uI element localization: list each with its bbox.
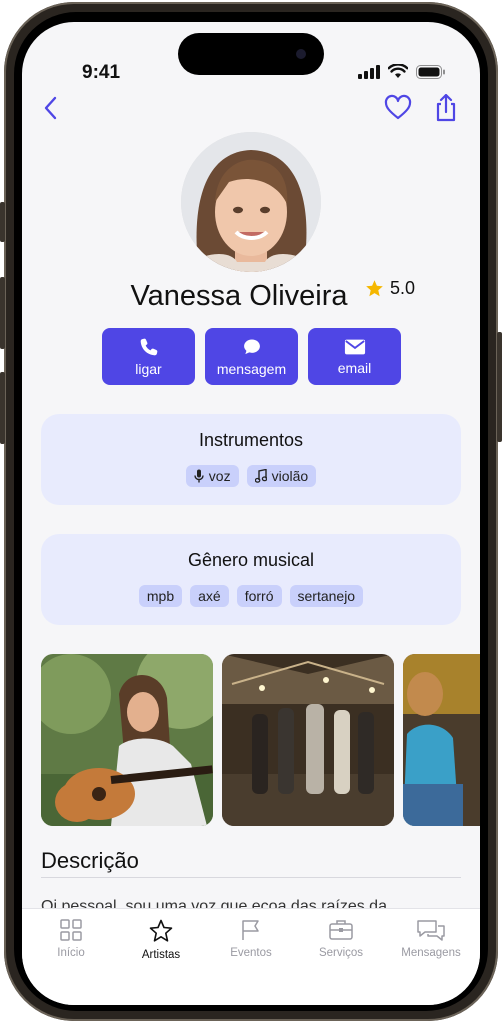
side-button bbox=[0, 372, 5, 444]
dynamic-island bbox=[178, 33, 324, 75]
email-button[interactable]: email bbox=[308, 328, 401, 385]
back-chevron-icon[interactable] bbox=[38, 94, 66, 122]
instrument-chip: violão bbox=[246, 465, 317, 487]
message-label: mensagem bbox=[216, 360, 287, 377]
app-screen: 9:41 Vanessa Oliveira 5.0 ligar mensagem… bbox=[22, 22, 480, 1005]
grid-icon bbox=[60, 919, 82, 941]
genre-chip: forró bbox=[236, 585, 282, 607]
status-time: 9:41 bbox=[82, 62, 121, 83]
status-icons bbox=[358, 64, 446, 79]
divider bbox=[41, 877, 461, 878]
contact-actions: ligar mensagem email bbox=[102, 328, 401, 385]
phone-icon bbox=[140, 338, 157, 355]
music-note-icon bbox=[254, 469, 267, 483]
chat-bubble-icon bbox=[243, 339, 260, 354]
instrument-chip: voz bbox=[185, 465, 239, 487]
wifi-icon bbox=[388, 64, 408, 78]
rating-value: 5.0 bbox=[390, 278, 416, 298]
genres-title: Gênero musical bbox=[187, 550, 315, 570]
description-title: Descrição bbox=[41, 848, 139, 873]
microphone-icon bbox=[194, 469, 204, 483]
gallery-photo[interactable] bbox=[41, 654, 213, 826]
photo-gallery[interactable] bbox=[41, 654, 480, 826]
gallery-photo[interactable] bbox=[403, 654, 480, 826]
rating: 5.0 bbox=[365, 278, 415, 299]
flag-icon bbox=[242, 920, 259, 940]
star-icon bbox=[149, 919, 173, 942]
instruments-card: Instrumentos voz violão bbox=[41, 414, 461, 505]
side-button bbox=[0, 202, 5, 242]
side-button bbox=[0, 277, 5, 349]
side-button bbox=[497, 332, 502, 442]
tab-inicio[interactable]: Início bbox=[29, 909, 113, 1005]
genre-chip: sertanejo bbox=[289, 585, 364, 607]
camera-icon bbox=[296, 49, 306, 59]
heart-icon[interactable] bbox=[384, 94, 412, 122]
star-filled-icon bbox=[366, 280, 383, 297]
call-label: ligar bbox=[135, 360, 162, 377]
chat-icon bbox=[417, 920, 445, 941]
gallery-photo[interactable] bbox=[222, 654, 394, 826]
genre-chip: mpb bbox=[138, 585, 183, 607]
share-icon[interactable] bbox=[432, 94, 460, 122]
tab-servicos[interactable]: Serviços bbox=[299, 909, 383, 1005]
battery-icon bbox=[416, 64, 445, 79]
call-button[interactable]: ligar bbox=[102, 328, 195, 385]
avatar bbox=[181, 132, 321, 272]
cellular-signal-icon bbox=[358, 64, 380, 79]
briefcase-icon bbox=[329, 920, 353, 940]
tab-mensagens[interactable]: Mensagens bbox=[389, 909, 473, 1005]
tab-eventos[interactable]: Eventos bbox=[209, 909, 293, 1005]
email-label: email bbox=[337, 359, 372, 376]
instruments-title: Instrumentos bbox=[198, 430, 304, 450]
message-button[interactable]: mensagem bbox=[205, 328, 298, 385]
genres-card: Gênero musical mpb axé forró sertanejo bbox=[41, 534, 461, 625]
tab-bar: Início Artistas Eventos Serviços Mensage… bbox=[22, 908, 480, 1005]
tab-artistas[interactable]: Artistas bbox=[119, 909, 203, 1005]
envelope-icon bbox=[344, 339, 365, 354]
genre-chip: axé bbox=[190, 585, 229, 607]
